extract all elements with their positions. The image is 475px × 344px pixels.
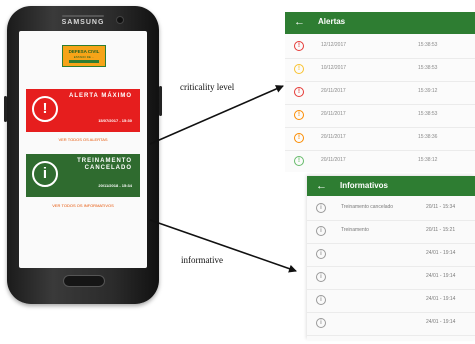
back-arrow-icon[interactable]: ← <box>294 16 305 28</box>
label-informative: informative <box>181 255 223 265</box>
informativo-row[interactable]: i 24/01 - 19:14 <box>307 243 475 267</box>
informativo-name: Treinamento cancelado <box>341 204 394 210</box>
informativo-row[interactable]: i 24/01 - 19:14 <box>307 312 475 336</box>
alert-time: 15:38:36 <box>418 134 438 140</box>
info-icon: i <box>316 272 326 282</box>
alert-level-icon: ! <box>294 156 304 166</box>
informativo-name: Treinamento <box>341 227 369 233</box>
alert-row[interactable]: ! 10/12/2017 15:38:53 <box>285 58 475 82</box>
informativo-row[interactable]: i Treinamento 20/11 - 15:21 <box>307 220 475 244</box>
informativo-time: 20/11 - 15:21 <box>426 227 456 233</box>
alert-time: 15:38:53 <box>418 42 438 48</box>
alert-date: 20/11/2017 <box>321 157 346 163</box>
alertas-title: Alertas <box>318 17 346 26</box>
info-icon: i <box>316 249 326 259</box>
arrow-to-alertas <box>149 85 284 145</box>
informativo-time: 20/11 - 15:34 <box>426 204 456 210</box>
informativos-screen: ← Informativos i Treinamento cancelado 20/… <box>307 176 475 340</box>
arrow-to-informativos <box>149 219 297 273</box>
alert-date: 20/11/2017 <box>321 111 346 117</box>
alert-level-icon: ! <box>294 87 304 97</box>
informativo-row[interactable]: i 24/01 - 19:14 <box>307 266 475 290</box>
alert-row[interactable]: ! 20/11/2017 15:38:53 <box>285 104 475 128</box>
alert-level-icon: ! <box>294 133 304 143</box>
alert-row[interactable]: ! 20/11/2017 15:38:12 <box>285 150 475 172</box>
informativo-row[interactable]: i 24/01 - 19:14 <box>307 289 475 313</box>
alert-time: 15:38:53 <box>418 65 438 71</box>
alert-level-icon: ! <box>294 41 304 51</box>
alert-date: 20/11/2017 <box>321 134 346 140</box>
alert-row[interactable]: ! 12/12/2017 15:38:53 <box>285 35 475 59</box>
alert-time: 15:38:53 <box>418 111 438 117</box>
alert-level-icon: ! <box>294 110 304 120</box>
informativo-time: 24/01 - 19:14 <box>426 296 456 302</box>
informativo-time: 24/01 - 19:14 <box>426 250 456 256</box>
back-arrow-icon[interactable]: ← <box>316 180 327 192</box>
alert-time: 15:39:12 <box>418 88 438 94</box>
alert-time: 15:38:12 <box>418 157 438 163</box>
alert-date: 20/11/2017 <box>321 88 346 94</box>
info-icon: i <box>316 203 326 213</box>
alert-date: 12/12/2017 <box>321 42 347 48</box>
alert-date: 10/12/2017 <box>321 65 347 71</box>
informativos-header: ← Informativos <box>307 176 475 196</box>
info-icon: i <box>316 318 326 328</box>
alert-row[interactable]: ! 20/11/2017 15:39:12 <box>285 81 475 105</box>
info-icon: i <box>316 295 326 305</box>
informativos-title: Informativos <box>340 181 389 190</box>
informativo-time: 24/01 - 19:14 <box>426 319 456 325</box>
alertas-header: ← Alertas <box>285 12 475 34</box>
alert-level-icon: ! <box>294 64 304 74</box>
alert-row[interactable]: ! 20/11/2017 15:38:36 <box>285 127 475 151</box>
label-criticality-level: criticality level <box>180 82 235 92</box>
alertas-screen: ← Alertas ! 12/12/2017 15:38:53! 10/12/2017… <box>285 12 475 172</box>
informativo-time: 24/01 - 19:14 <box>426 273 456 279</box>
informativo-row[interactable]: i Treinamento cancelado 20/11 - 15:34 <box>307 197 475 221</box>
info-icon: i <box>316 226 326 236</box>
